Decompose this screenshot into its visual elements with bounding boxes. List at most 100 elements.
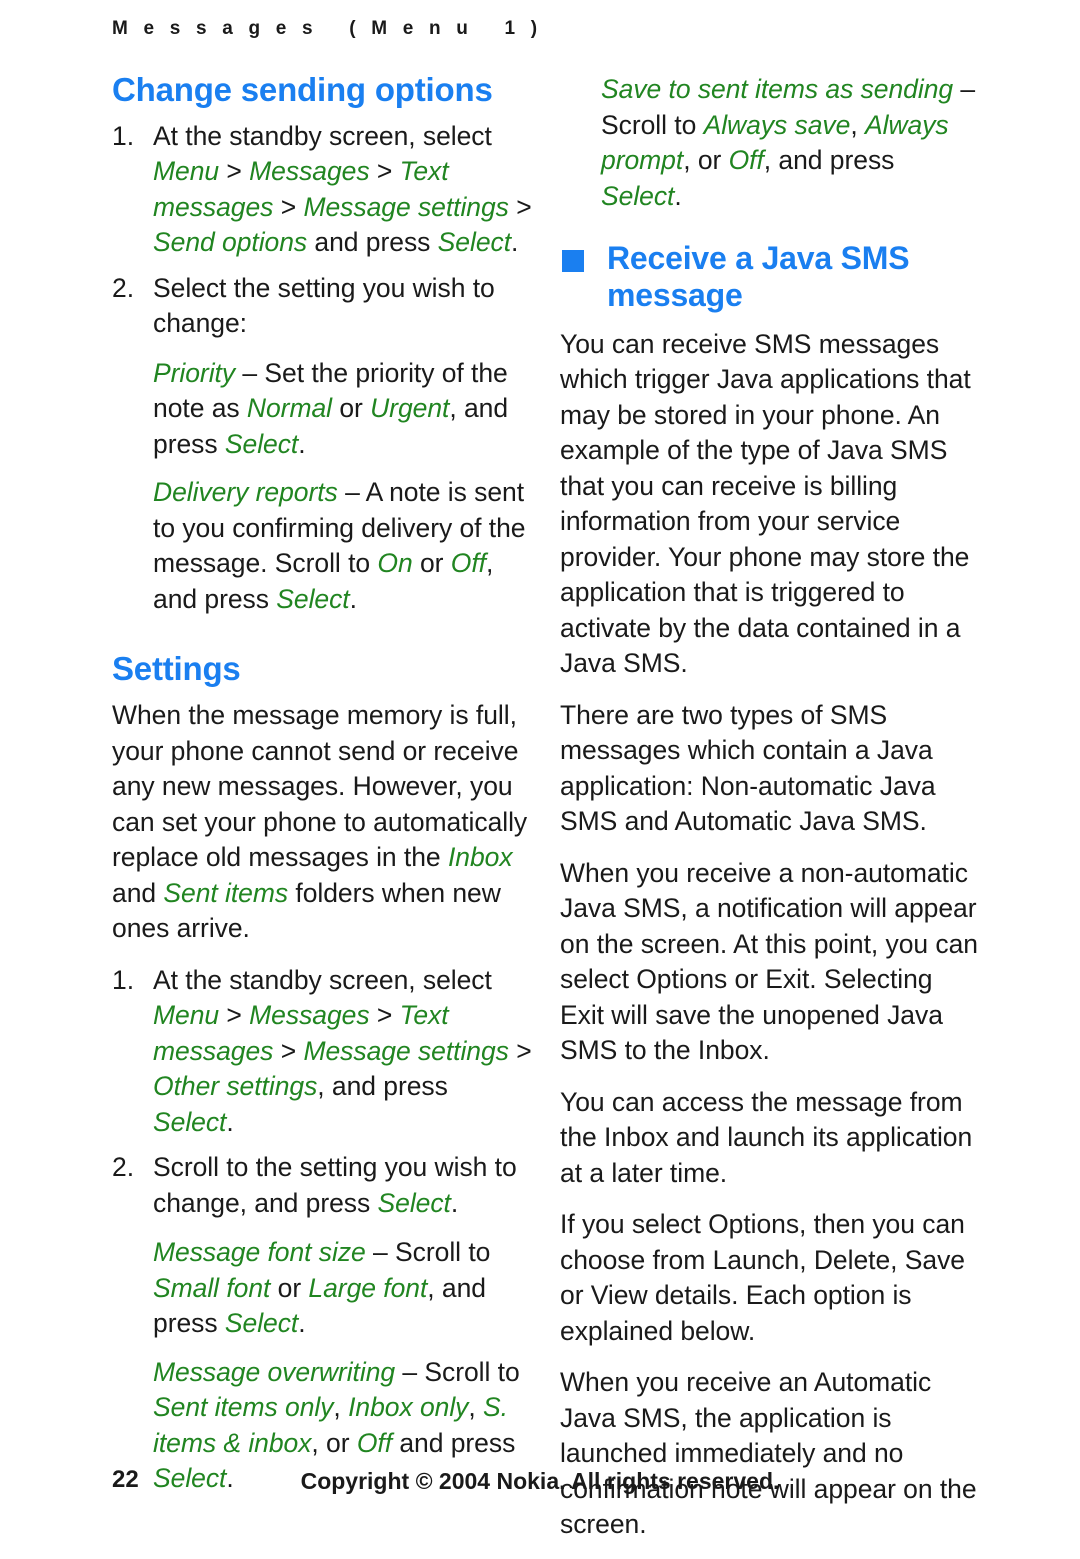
term-inbox: Inbox (447, 842, 513, 873)
definition-text: – Scroll to (365, 1237, 491, 1268)
heading-change-sending-options: Change sending options (112, 71, 493, 108)
term-small-font: Small font (153, 1272, 271, 1303)
definition-mid: , or (311, 1427, 357, 1458)
change-sending-steps: 1. At the standby screen, select Menu > M… (112, 119, 532, 342)
step-text: Scroll to the setting you wish to change… (153, 1152, 517, 1218)
path-separator: > (369, 156, 400, 187)
term-sent-items: Sent items (163, 877, 289, 908)
definition-mid: or (332, 393, 371, 424)
term-message-settings: Message settings (303, 191, 509, 222)
path-separator: > (508, 1035, 532, 1066)
definition-mid: or (412, 548, 451, 579)
term-message-overwriting: Message overwriting (153, 1356, 396, 1387)
term-select: Select (224, 428, 299, 459)
term-select: Select (601, 180, 675, 211)
term-priority: Priority (153, 357, 236, 388)
definition-comma: , (468, 1392, 484, 1423)
step-lead: At the standby screen, select (153, 120, 492, 151)
term-select: Select (377, 1187, 451, 1218)
term-delivery-reports: Delivery reports (153, 477, 338, 508)
step-mid: and press (307, 227, 438, 258)
step-number: 1. (112, 964, 135, 995)
term-menu: Menu (153, 156, 220, 187)
term-large-font: Large font (308, 1272, 428, 1303)
left-column: Change sending options 1. At the standby … (112, 71, 532, 1513)
term-off: Off (450, 548, 486, 579)
term-select: Select (224, 1308, 299, 1339)
term-select: Select (276, 583, 350, 614)
step-text: Select the setting you wish to change: (153, 272, 495, 339)
heading-settings: Settings (112, 650, 241, 688)
definition-message-font-size: Message font size – Scroll to Small font… (112, 1235, 532, 1342)
settings-intro-paragraph: When the message memory is full, your ph… (112, 698, 532, 947)
path-separator: > (219, 156, 250, 187)
paragraph-automatic-java: When you receive an Automatic Java SMS, … (560, 1367, 977, 1540)
two-column-body: Change sending options 1. At the standby … (0, 71, 1080, 1539)
chapter-heading-label: Receive a Java SMS message (607, 240, 910, 314)
definition-end: . (674, 180, 682, 211)
path-separator: > (273, 1035, 304, 1066)
term-message-settings: Message settings (303, 1035, 509, 1066)
paragraph-access-from-inbox: You can access the message from the Inbo… (560, 1086, 973, 1188)
document-page: M e s s a g e s ( M e n u 1 ) Change sen… (0, 0, 1080, 1539)
running-header: M e s s a g e s ( M e n u 1 ) (112, 18, 543, 39)
definition-end: . (298, 428, 306, 459)
term-messages: Messages (249, 156, 370, 187)
paragraph-java-sms-overview: You can receive SMS messages which trigg… (560, 328, 971, 679)
step-end: . (450, 1187, 459, 1218)
paragraph-mid: and (112, 877, 164, 908)
term-select: Select (153, 1106, 227, 1137)
paragraph-options-choices: If you select Options, then you can choo… (560, 1209, 965, 1346)
paragraph-two-types: There are two types of SMS messages whic… (560, 699, 936, 837)
term-on: On (377, 548, 413, 579)
definition-mid2: and press (392, 1427, 516, 1458)
term-save-to-sent-items: Save to sent items as sending (601, 74, 954, 104)
definition-mid2: , and press (763, 145, 895, 175)
term-inbox-only: Inbox only (348, 1392, 469, 1423)
definition-mid: or (270, 1272, 309, 1303)
definition-delivery-reports: Delivery reports – A note is sent to you… (112, 475, 532, 617)
definition-comma: , (333, 1392, 349, 1423)
step-text: At the standby screen, select Menu > Mes… (153, 965, 532, 1137)
term-other-settings: Other settings (153, 1071, 318, 1102)
step-lead: Scroll to the setting you wish to change… (153, 1152, 517, 1218)
step-number: 1. (112, 120, 135, 151)
blue-square-bullet-icon (562, 250, 584, 272)
term-sent-items-only: Sent items only (153, 1392, 334, 1423)
term-urgent: Urgent (370, 393, 450, 424)
path-separator: > (219, 1000, 250, 1031)
copyright-notice: Copyright © 2004 Nokia. All rights reser… (300, 1468, 780, 1494)
definition-end: . (349, 583, 357, 614)
path-separator: > (273, 191, 304, 222)
step-text: At the standby screen, select Menu > Mes… (153, 121, 532, 258)
definition-comma: , (850, 109, 865, 140)
right-column: Save to sent items as sending – Scroll t… (560, 72, 980, 1559)
step-mid: , and press (317, 1071, 448, 1102)
term-message-font-size: Message font size (153, 1237, 366, 1268)
paragraph-non-automatic: When you receive a non-automatic Java SM… (560, 857, 978, 1066)
definition-mid: , or (683, 145, 729, 175)
step-lead: At the standby screen, select (153, 964, 492, 995)
settings-steps: 1. At the standby screen, select Menu > M… (112, 963, 532, 1222)
definition-save-to-sent-items: Save to sent items as sending – Scroll t… (560, 72, 980, 214)
list-item: 1. At the standby screen, select Menu > M… (112, 119, 532, 261)
step-end: . (226, 1106, 234, 1137)
step-number: 2. (112, 1152, 135, 1183)
step-number: 2. (112, 272, 135, 303)
list-item: 2. Select the setting you wish to change: (112, 271, 532, 342)
path-separator: > (508, 191, 532, 222)
term-normal: Normal (246, 393, 332, 424)
definition-priority: Priority – Set the priority of the note … (112, 356, 532, 463)
term-off: Off (356, 1427, 393, 1458)
term-menu: Menu (153, 1000, 220, 1031)
path-separator: > (369, 1000, 400, 1031)
heading-receive-java-sms-message: Receive a Java SMS message (560, 240, 980, 315)
page-footer: 22 Copyright © 2004 Nokia. All rights re… (0, 1466, 1080, 1496)
term-always-save: Always save (703, 109, 851, 140)
term-off: Off (728, 145, 764, 175)
step-end: . (511, 227, 519, 258)
term-messages: Messages (249, 1000, 370, 1031)
term-select: Select (437, 227, 512, 258)
definition-text: – Scroll to (395, 1356, 520, 1387)
list-item: 1. At the standby screen, select Menu > M… (112, 963, 532, 1141)
